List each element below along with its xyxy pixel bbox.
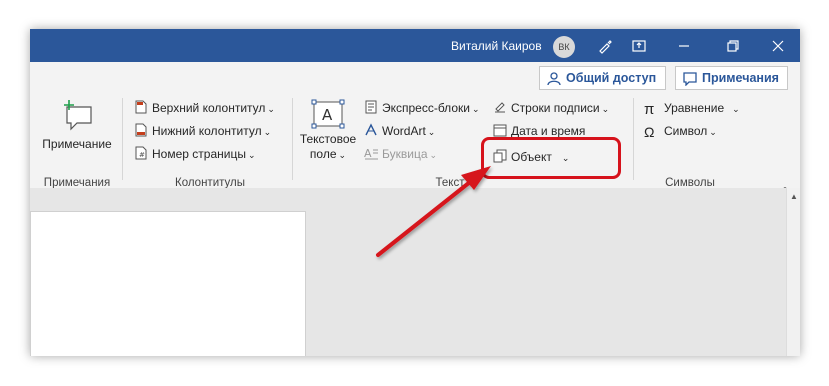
- text-box-button[interactable]: A Текстовое поле ⌄: [296, 99, 360, 163]
- new-comment-label: Примечание: [42, 137, 112, 151]
- footer-button[interactable]: Нижний колонтитул ⌄: [134, 122, 271, 140]
- title-bar: Виталий Каиров ВК: [30, 29, 800, 62]
- page-number-button[interactable]: # Номер страницы ⌄: [134, 145, 256, 163]
- page-number-label: Номер страницы: [152, 147, 246, 161]
- close-icon[interactable]: [767, 35, 789, 57]
- text-box-icon: A: [311, 99, 345, 129]
- signature-line-label: Строки подписи: [511, 101, 600, 115]
- quick-parts-label: Экспресс-блоки: [382, 101, 470, 115]
- group-divider: [122, 98, 123, 180]
- scroll-up-icon[interactable]: ▲: [790, 192, 798, 201]
- quick-parts-button[interactable]: Экспресс-блоки ⌄: [364, 99, 480, 117]
- restore-icon[interactable]: [722, 35, 744, 57]
- drop-cap-icon: A: [364, 147, 378, 160]
- header-label: Верхний колонтитул: [152, 101, 266, 115]
- drop-cap-label: Буквица: [382, 147, 428, 161]
- word-window: Виталий Каиров ВК Общий доступ Примечани…: [30, 29, 800, 356]
- comments-label: Примечания: [702, 71, 779, 85]
- share-row: Общий доступ Примечания: [30, 62, 800, 92]
- avatar[interactable]: ВК: [553, 36, 575, 58]
- wordart-label: WordArt: [382, 124, 426, 138]
- document-page[interactable]: [30, 211, 306, 356]
- pen-icon[interactable]: [594, 35, 616, 57]
- pi-icon: π: [644, 101, 655, 118]
- footer-icon: [135, 123, 147, 137]
- ribbon: Примечание Примечания Верхний колонтитул…: [30, 92, 800, 193]
- user-name[interactable]: Виталий Каиров: [451, 39, 542, 53]
- date-time-label: Дата и время: [511, 124, 586, 138]
- document-area: ▲: [30, 188, 800, 356]
- drop-cap-button[interactable]: A Буквица ⌄: [364, 145, 437, 163]
- group-divider: [633, 98, 634, 180]
- wordart-button[interactable]: WordArt ⌄: [364, 122, 435, 140]
- share-button[interactable]: Общий доступ: [539, 66, 666, 90]
- minimize-icon[interactable]: [673, 35, 695, 57]
- symbol-label: Символ: [664, 124, 708, 138]
- calendar-icon: [493, 124, 507, 137]
- signature-line-button[interactable]: Строки подписи ⌄: [493, 99, 609, 117]
- group-divider: [292, 98, 293, 180]
- header-icon: [135, 100, 147, 114]
- omega-icon: Ω: [644, 124, 655, 140]
- ribbon-display-icon[interactable]: [628, 35, 650, 57]
- symbol-button[interactable]: Ω Символ ⌄: [644, 122, 717, 140]
- share-label: Общий доступ: [566, 71, 657, 85]
- equation-button[interactable]: π Уравнение ⌄: [644, 99, 740, 117]
- page-number-icon: #: [135, 146, 147, 160]
- vertical-scrollbar[interactable]: ▲: [786, 188, 800, 356]
- new-comment-icon: [64, 100, 92, 131]
- quick-parts-icon: [365, 100, 377, 114]
- share-icon: [547, 71, 561, 93]
- object-highlight: [481, 137, 621, 179]
- text-box-label-2: поле: [309, 147, 337, 161]
- footer-label: Нижний колонтитул: [152, 124, 262, 138]
- svg-text:A: A: [322, 106, 333, 124]
- comments-button[interactable]: Примечания: [675, 66, 788, 90]
- header-button[interactable]: Верхний колонтитул ⌄: [134, 99, 275, 117]
- wordart-icon: [365, 123, 377, 136]
- text-box-label-1: Текстовое: [299, 132, 357, 146]
- comment-icon: [683, 71, 697, 93]
- equation-label: Уравнение: [664, 101, 725, 115]
- signature-line-icon: [495, 102, 505, 113]
- svg-text:A: A: [364, 147, 372, 160]
- new-comment-button[interactable]: Примечание: [38, 99, 116, 152]
- svg-text:#: #: [139, 151, 145, 159]
